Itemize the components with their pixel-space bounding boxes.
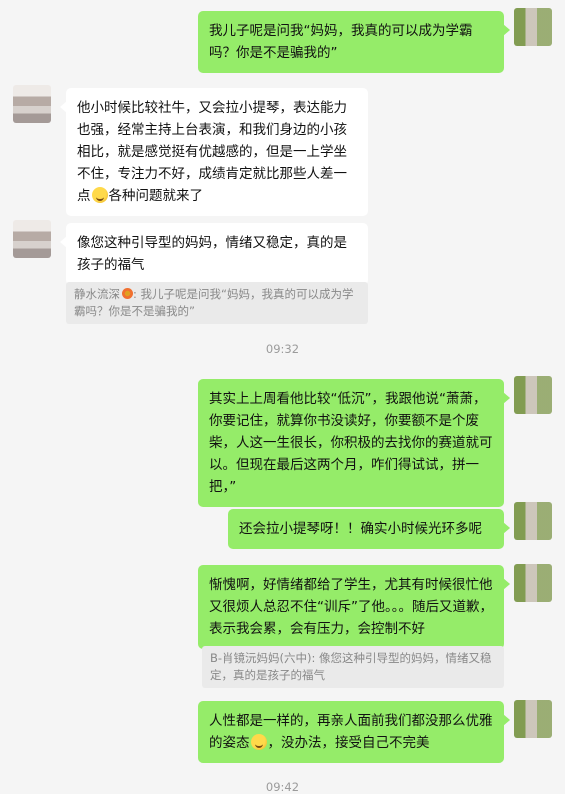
quoted-message[interactable]: B-肖镜沅妈妈(六中): 像您这种引导型的妈妈，情绪又稳定，真的是孩子的福气 [202, 646, 504, 688]
flower-emoji-icon [122, 288, 133, 299]
message-bubble[interactable]: 他小时候比较社牛，又会拉小提琴，表达能力也强，经常主持上台表演，和我们身边的小孩… [60, 88, 368, 216]
self-avatar[interactable] [514, 376, 552, 414]
message-text: 各种问题就来了 [108, 188, 204, 204]
message-text: 惭愧啊，好情绪都给了学生，尤其有时候很忙他又很烦人总忍不住“训斥”了他。。。随后… [209, 577, 493, 637]
message-bubble[interactable]: 还会拉小提琴呀！！确实小时候光环多呢 [228, 509, 510, 549]
self-avatar[interactable] [514, 564, 552, 602]
message-bubble[interactable]: 惭愧啊，好情绪都给了学生，尤其有时候很忙他又很烦人总忍不住“训斥”了他。。。随后… [198, 565, 510, 649]
message-text: 其实上上周看他比较“低沉”，我跟他说“萧萧，你要记住，就算你书没读好，你要额不是… [209, 391, 493, 495]
contact-avatar[interactable] [13, 220, 51, 258]
message-bubble[interactable]: 像您这种引导型的妈妈，情绪又稳定，真的是孩子的福气 [60, 223, 368, 285]
self-avatar[interactable] [514, 8, 552, 46]
message-text: 我儿子呢是问我“妈妈，我真的可以成为学霸吗？你是不是骗我的” [209, 23, 473, 61]
message-bubble[interactable]: 我儿子呢是问我“妈妈，我真的可以成为学霸吗？你是不是骗我的” [198, 11, 510, 73]
message-text: 还会拉小提琴呀！！确实小时候光环多呢 [239, 521, 482, 537]
message-bubble[interactable]: 人性都是一样的，再亲人面前我们都没那么优雅的姿态 ，没办法，接受自己不完美 [198, 701, 510, 763]
quote-sender: B-肖镜沅妈妈(六中) [210, 651, 312, 665]
message-text: ，没办法，接受自己不完美 [267, 735, 430, 751]
timestamp: 09:42 [265, 780, 300, 794]
timestamp: 09:32 [265, 342, 300, 356]
smile-emoji-icon [91, 187, 108, 203]
self-avatar[interactable] [514, 502, 552, 540]
contact-avatar[interactable] [13, 85, 51, 123]
quoted-message[interactable]: 静水流深: 我儿子呢是问我“妈妈，我真的可以成为学霸吗？你是不是骗我的” [66, 282, 368, 324]
quote-sender: 静水流深 [74, 287, 120, 301]
smile-emoji-icon [250, 734, 267, 750]
message-bubble[interactable]: 其实上上周看他比较“低沉”，我跟他说“萧萧，你要记住，就算你书没读好，你要额不是… [198, 379, 510, 507]
message-text: 像您这种引导型的妈妈，情绪又稳定，真的是孩子的福气 [77, 235, 347, 273]
self-avatar[interactable] [514, 700, 552, 738]
